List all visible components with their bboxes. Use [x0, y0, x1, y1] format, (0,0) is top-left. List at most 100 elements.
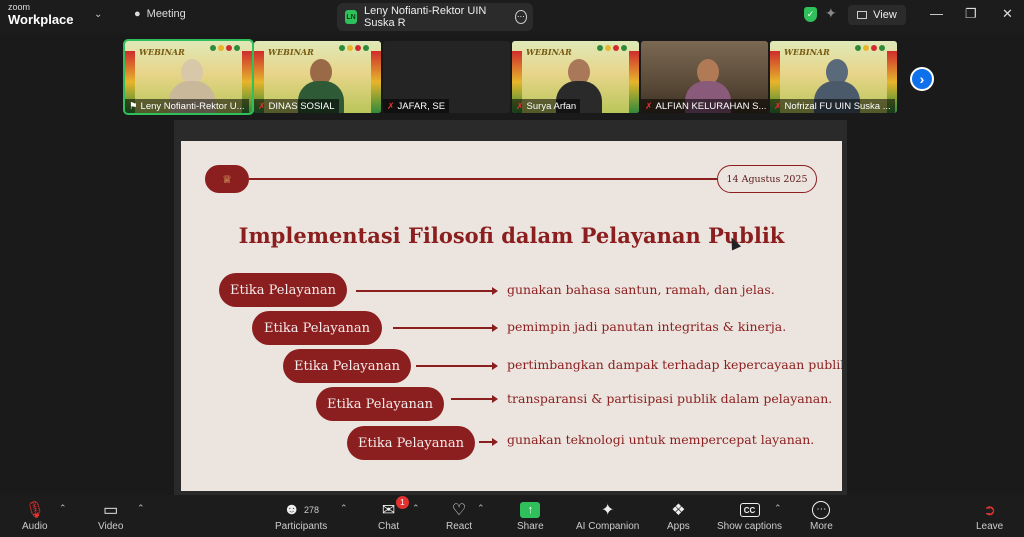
- chat-button[interactable]: ✉ 1 Chat: [378, 496, 409, 532]
- banner-title: WEBINAR: [139, 47, 185, 57]
- meeting-tab[interactable]: ● Meeting: [134, 8, 186, 20]
- participant-tile[interactable]: ✗ JAFAR, SE: [383, 41, 510, 113]
- share-label: Share: [517, 521, 544, 532]
- sparkle-icon: ✦: [600, 502, 615, 519]
- slide-pill: Etika Pelayanan: [252, 311, 382, 345]
- more-options-icon[interactable]: ⋯: [514, 10, 527, 24]
- participants-count: 278: [304, 505, 320, 515]
- video-button[interactable]: ▭ Video: [98, 499, 123, 532]
- apps-label: Apps: [667, 521, 690, 532]
- slide-title: Implementasi Filosofi dalam Pelayanan Pu…: [238, 223, 785, 248]
- react-label: React: [446, 521, 473, 532]
- minimize-icon[interactable]: —: [930, 6, 943, 21]
- chat-badge: 1: [395, 496, 409, 509]
- slide-arrow: [479, 438, 498, 445]
- audio-button[interactable]: 🎙 Audio: [22, 499, 48, 532]
- participant-tile[interactable]: WEBINAR ✗ Nofrizal FU UIN Suska ...: [770, 41, 897, 113]
- video-options-caret[interactable]: ⌃: [137, 503, 145, 514]
- leave-button[interactable]: ➲ Leave: [976, 499, 1003, 532]
- audio-options-caret[interactable]: ⌃: [59, 503, 67, 514]
- ai-companion-button[interactable]: ✦ AI Companion: [576, 499, 639, 532]
- sponsor-logos: [210, 45, 240, 51]
- paw-icon: ●: [134, 8, 141, 20]
- participants-options-caret[interactable]: ⌃: [340, 503, 348, 514]
- apps-icon: ❖: [671, 502, 686, 519]
- shield-icon[interactable]: ✓: [804, 7, 817, 22]
- slide-pill: Etika Pelayanan: [283, 349, 411, 383]
- slide-arrow: [356, 287, 498, 294]
- slide-pill: Etika Pelayanan: [316, 387, 444, 421]
- zoom-logo: zoom Workplace: [8, 2, 74, 27]
- slide-arrow: [416, 362, 498, 369]
- banner-title: WEBINAR: [784, 47, 830, 57]
- more-button[interactable]: ⋯ More: [810, 499, 833, 532]
- participant-tile[interactable]: WEBINAR ✗ Surya Arfan: [512, 41, 639, 113]
- speaker-tab-title: Leny Nofianti-Rektor UIN Suska R: [364, 5, 487, 29]
- meeting-tab-label: Meeting: [146, 8, 186, 20]
- mic-off-icon: ✗: [645, 100, 653, 111]
- slide-arrow: [451, 395, 498, 402]
- video-label: Video: [98, 521, 124, 532]
- participant-name-bar: ⚑ Leny Nofianti-Rektor U...: [125, 99, 249, 113]
- chat-icon: ✉ 1: [382, 496, 409, 521]
- chat-options-caret[interactable]: ⌃: [412, 503, 420, 514]
- next-page-icon[interactable]: ›: [910, 67, 934, 91]
- meeting-toolbar: 🎙 Audio ⌃ ▭ Video ⌃ ☻ 278 Participants ⌃ …: [0, 495, 1024, 537]
- captions-icon: CC: [739, 499, 760, 521]
- more-icon: ⋯: [812, 499, 831, 521]
- audio-label: Audio: [22, 521, 48, 532]
- react-button[interactable]: ♡ React: [446, 499, 472, 532]
- slide-date: 14 Agustus 2025: [717, 165, 817, 193]
- slide-row-text: gunakan bahasa santun, ramah, dan jelas.: [507, 282, 775, 297]
- mic-off-icon: ✗: [387, 100, 395, 111]
- slide-row-text: pertimbangkan dampak terhadap kepercayaa…: [507, 357, 842, 372]
- participants-button[interactable]: ☻ 278 Participants: [275, 499, 327, 532]
- heart-icon: ♡: [451, 502, 467, 519]
- mic-off-icon: ✗: [516, 100, 524, 111]
- banner-title: WEBINAR: [268, 47, 314, 57]
- captions-options-caret[interactable]: ⌃: [774, 503, 782, 514]
- slide-pill: Etika Pelayanan: [347, 426, 475, 460]
- chat-label: Chat: [378, 521, 400, 532]
- participant-tile[interactable]: ✗ ALFIAN KELURAHAN S...: [641, 41, 768, 113]
- sparkle-icon[interactable]: ✦: [825, 5, 837, 22]
- more-label: More: [810, 521, 833, 532]
- participant-tile[interactable]: WEBINAR ⚑ Leny Nofianti-Rektor U...: [123, 39, 254, 115]
- chevron-down-icon[interactable]: ⌄: [94, 9, 102, 20]
- leave-icon: ➲: [983, 502, 996, 519]
- pin-icon: ⚑: [129, 100, 138, 112]
- brand-name: Workplace: [8, 12, 74, 27]
- slide-divider: [249, 178, 717, 180]
- restore-icon[interactable]: ❐: [965, 6, 977, 22]
- slide-row-text: pemimpin jadi panutan integritas & kiner…: [507, 319, 787, 334]
- mic-off-icon: ✗: [258, 100, 266, 111]
- mic-muted-icon: 🎙: [24, 502, 45, 519]
- captions-button[interactable]: CC Show captions: [717, 499, 782, 532]
- sponsor-logos: [339, 45, 369, 51]
- share-button[interactable]: ↑ Share: [517, 499, 544, 532]
- brand-small: zoom: [8, 2, 31, 12]
- speaker-tab[interactable]: LN Leny Nofianti-Rektor UIN Suska R ⋯: [337, 3, 533, 31]
- react-options-caret[interactable]: ⌃: [477, 503, 485, 514]
- slide-arrow: [393, 324, 498, 331]
- slide-row-text: gunakan teknologi untuk mempercepat laya…: [507, 432, 815, 447]
- leave-label: Leave: [976, 521, 1004, 532]
- participant-name-bar: ✗ Nofrizal FU UIN Suska ...: [770, 99, 895, 113]
- close-icon[interactable]: ✕: [1002, 6, 1013, 22]
- sponsor-logos: [597, 45, 627, 51]
- presentation-slide: ♕ 14 Agustus 2025 Implementasi Filosofi …: [181, 141, 842, 491]
- participant-name-bar: ✗ JAFAR, SE: [383, 99, 450, 113]
- apps-button[interactable]: ❖ Apps: [667, 499, 690, 532]
- sponsor-logos: [855, 45, 885, 51]
- view-button[interactable]: View: [848, 5, 906, 25]
- title-bar: zoom Workplace ⌄ ● Meeting LN Leny Nofia…: [0, 0, 1024, 33]
- participants-label: Participants: [275, 521, 328, 532]
- mic-off-icon: ✗: [774, 100, 782, 111]
- share-icon: ↑: [520, 499, 541, 521]
- grid-icon: [857, 11, 868, 19]
- speaker-initials-avatar: LN: [345, 10, 358, 24]
- participant-tile[interactable]: WEBINAR ✗ DINAS SOSIAL: [254, 41, 381, 113]
- participant-name-bar: ✗ Surya Arfan: [512, 99, 581, 113]
- captions-label: Show captions: [717, 521, 783, 532]
- slide-pill: Etika Pelayanan: [219, 273, 347, 307]
